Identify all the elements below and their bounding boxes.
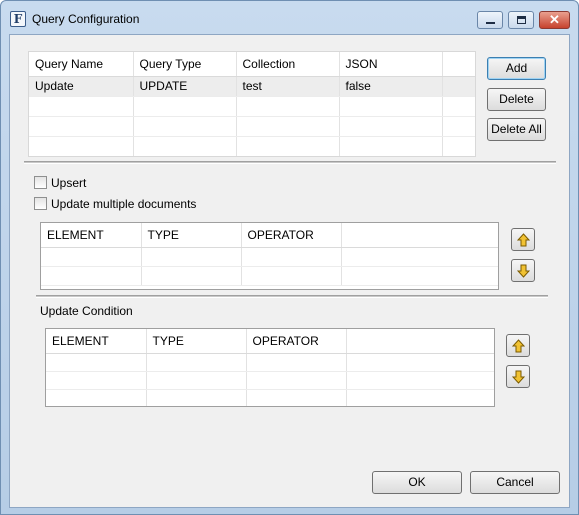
table-row[interactable] (46, 389, 494, 406)
column-header-blank (341, 223, 498, 248)
move-up-button[interactable] (511, 228, 535, 251)
condition-move-up-button[interactable] (506, 334, 530, 357)
condition-header-row: ELEMENT TYPE OPERATOR (46, 329, 494, 354)
close-button[interactable]: ✕ (539, 11, 570, 29)
table-row[interactable] (29, 136, 475, 156)
table-row[interactable]: Update UPDATE test false (29, 76, 475, 97)
table-row[interactable] (29, 96, 475, 117)
cell-query-type[interactable]: UPDATE (133, 76, 237, 97)
move-down-button[interactable] (511, 259, 535, 282)
cell-json[interactable]: false (339, 76, 443, 97)
add-button[interactable]: Add (487, 57, 546, 80)
separator (36, 295, 548, 298)
column-header-operator[interactable]: OPERATOR (246, 329, 347, 354)
column-header-query-type[interactable]: Query Type (133, 52, 237, 77)
ok-button[interactable]: OK (372, 471, 462, 494)
minimize-button[interactable] (477, 11, 503, 29)
arrow-down-icon (512, 370, 525, 384)
upsert-option[interactable]: Upsert (34, 175, 234, 191)
cell-query-name[interactable]: Update (29, 76, 134, 97)
separator (24, 161, 556, 164)
condition-move-down-button[interactable] (506, 365, 530, 388)
maximize-button[interactable] (508, 11, 534, 29)
queries-table: Query Name Query Type Collection JSON Up… (28, 51, 476, 157)
window-title: Query Configuration (32, 12, 140, 26)
column-header-filler (442, 52, 475, 77)
column-header-blank (346, 329, 494, 354)
maximize-icon (517, 16, 526, 24)
table-row[interactable] (41, 266, 498, 286)
cell-collection[interactable]: test (236, 76, 340, 97)
dialog-body: Query Name Query Type Collection JSON Up… (9, 34, 570, 508)
table-row[interactable] (46, 371, 494, 390)
arrow-up-icon (517, 233, 530, 247)
column-header-collection[interactable]: Collection (236, 52, 340, 77)
close-icon: ✕ (549, 12, 560, 27)
column-header-query-name[interactable]: Query Name (29, 52, 134, 77)
title-bar[interactable]: F Query Configuration ✕ (1, 1, 578, 35)
upsert-checkbox[interactable] (34, 176, 47, 189)
update-condition-table: ELEMENT TYPE OPERATOR (45, 328, 495, 407)
app-icon: F (10, 11, 26, 27)
arrow-up-icon (512, 339, 525, 353)
column-header-element[interactable]: ELEMENT (46, 329, 147, 354)
column-header-type[interactable]: TYPE (141, 223, 242, 248)
update-multiple-label: Update multiple documents (51, 197, 197, 211)
delete-button[interactable]: Delete (487, 88, 546, 111)
update-fields-table: ELEMENT TYPE OPERATOR (40, 222, 499, 290)
update-condition-label: Update Condition (40, 304, 133, 318)
column-header-element[interactable]: ELEMENT (41, 223, 142, 248)
fields-header-row: ELEMENT TYPE OPERATOR (41, 223, 498, 248)
cancel-button[interactable]: Cancel (470, 471, 560, 494)
table-row[interactable] (29, 116, 475, 137)
table-row[interactable] (41, 247, 498, 267)
upsert-label: Upsert (51, 176, 87, 190)
column-header-json[interactable]: JSON (339, 52, 443, 77)
cell-filler (442, 76, 475, 97)
table-row[interactable] (46, 353, 494, 372)
column-header-operator[interactable]: OPERATOR (241, 223, 342, 248)
delete-all-button[interactable]: Delete All (487, 118, 546, 141)
update-multiple-checkbox[interactable] (34, 197, 47, 210)
query-configuration-window: F Query Configuration ✕ Query Name Query… (0, 0, 579, 515)
column-header-type[interactable]: TYPE (146, 329, 247, 354)
minimize-icon (486, 22, 495, 24)
queries-header-row: Query Name Query Type Collection JSON (29, 52, 475, 77)
update-multiple-option[interactable]: Update multiple documents (34, 196, 294, 212)
arrow-down-icon (517, 264, 530, 278)
